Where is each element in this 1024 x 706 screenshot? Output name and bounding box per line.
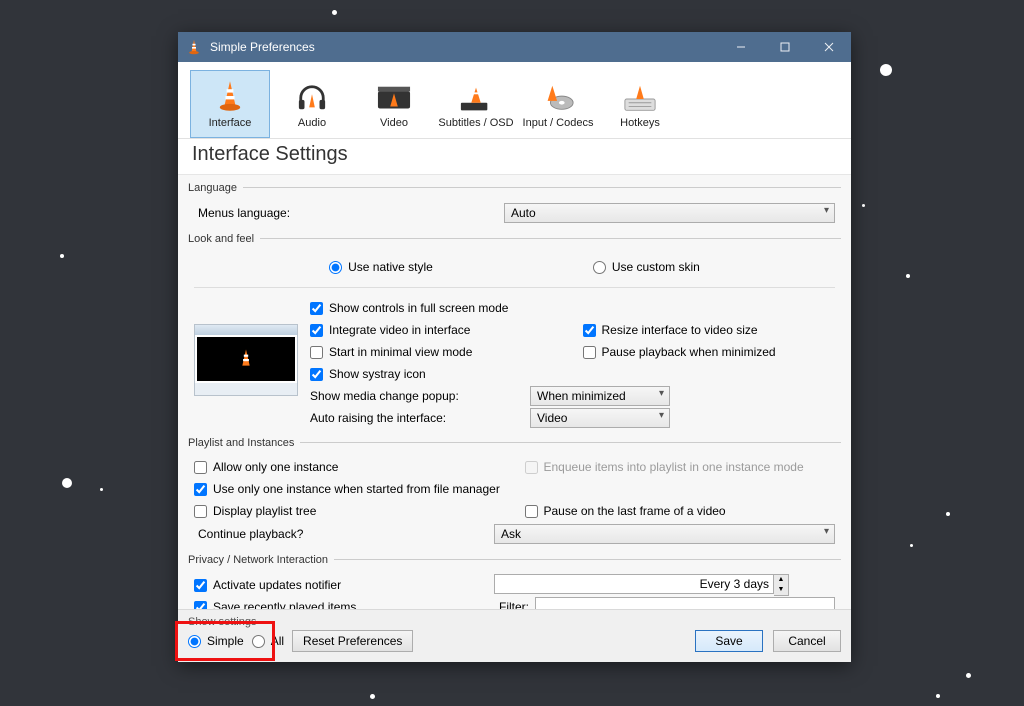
category-video[interactable]: Video [354,70,434,138]
headphones-icon [273,75,351,113]
show-settings-label: Show settings [188,616,841,628]
media-change-popup-label: Show media change popup: [310,389,530,403]
category-audio[interactable]: Audio [272,70,352,138]
menus-language-select[interactable]: Auto [504,203,835,223]
start-minimal-checkbox[interactable]: Start in minimal view mode [310,342,563,362]
bg-dot [880,64,892,76]
media-change-popup-select[interactable]: When minimized [530,386,670,406]
close-button[interactable] [807,32,851,62]
category-subtitles[interactable]: Subtitles / OSD [436,70,516,138]
show-settings-all-radio[interactable]: All [252,631,284,651]
bg-dot [910,544,913,547]
bg-dot [936,694,940,698]
update-interval-spinner[interactable]: ▲▼ [494,574,789,596]
category-input-codecs[interactable]: Input / Codecs [518,70,598,138]
bg-dot [60,254,64,258]
dialog-footer: Show settings Simple All Reset Preferenc… [178,609,851,662]
cone-icon [191,75,269,113]
bg-dot [946,512,950,516]
resize-interface-checkbox[interactable]: Resize interface to video size [583,320,836,340]
vlc-cone-icon [186,39,202,55]
cancel-button[interactable]: Cancel [773,630,841,652]
category-hotkeys[interactable]: Hotkeys [600,70,680,138]
minimize-button[interactable] [719,32,763,62]
continue-playback-label: Continue playback? [194,527,494,541]
spinner-down-icon[interactable]: ▼ [774,585,788,595]
allow-one-instance-checkbox[interactable]: Allow only one instance [194,457,505,477]
show-settings-simple-radio[interactable]: Simple [188,631,244,651]
section-title: Interface Settings [178,139,851,175]
systray-checkbox[interactable]: Show systray icon [310,364,835,384]
settings-scroll-area[interactable]: Language Menus language: Auto Look and f… [178,175,851,609]
auto-raise-label: Auto raising the interface: [310,411,530,425]
integrate-video-checkbox[interactable]: Integrate video in interface [310,320,563,340]
bg-dot [966,673,971,678]
group-playlist-instances: Playlist and Instances Allow only one in… [188,442,841,553]
category-interface[interactable]: Interface [190,70,270,138]
filter-input[interactable] [535,597,835,609]
enqueue-items-checkbox: Enqueue items into playlist in one insta… [525,457,836,477]
show-controls-fullscreen-checkbox[interactable]: Show controls in full screen mode [310,298,835,318]
pause-last-frame-checkbox[interactable]: Pause on the last frame of a video [525,501,836,521]
bg-dot [906,274,910,278]
bg-dot [62,478,72,488]
preferences-window: Simple Preferences Interface Audio Video… [178,32,851,662]
category-strip: Interface Audio Video Subtitles / OSD In… [178,62,851,139]
save-recently-played-checkbox[interactable]: Save recently played items [194,597,356,609]
group-look-and-feel: Look and feel Use native style Use custo… [188,238,841,436]
bg-dot [862,204,865,207]
maximize-button[interactable] [763,32,807,62]
save-button[interactable]: Save [695,630,763,652]
one-instance-filemanager-checkbox[interactable]: Use only one instance when started from … [194,479,835,499]
pause-minimized-checkbox[interactable]: Pause playback when minimized [583,342,836,362]
disc-icon [519,75,597,113]
titlebar[interactable]: Simple Preferences [178,32,851,62]
use-custom-skin-radio[interactable]: Use custom skin [593,257,700,277]
interface-preview-thumbnail [194,324,298,396]
use-native-style-radio[interactable]: Use native style [329,257,433,277]
reset-preferences-button[interactable]: Reset Preferences [292,630,413,652]
bg-dot [370,694,375,699]
film-icon [355,75,433,113]
spinner-up-icon[interactable]: ▲ [774,575,788,585]
display-playlist-tree-checkbox[interactable]: Display playlist tree [194,501,505,521]
menus-language-label: Menus language: [194,206,344,220]
bg-dot [332,10,337,15]
subtitles-icon [437,75,515,113]
auto-raise-select[interactable]: Video [530,408,670,428]
group-privacy-network: Privacy / Network Interaction Activate u… [188,559,841,609]
group-language: Language Menus language: Auto [188,187,841,232]
activate-updates-checkbox[interactable]: Activate updates notifier [194,575,494,595]
keyboard-icon [601,75,679,113]
bg-dot [100,488,103,491]
continue-playback-select[interactable]: Ask [494,524,835,544]
filter-label: Filter: [499,600,529,609]
window-title: Simple Preferences [210,40,719,54]
